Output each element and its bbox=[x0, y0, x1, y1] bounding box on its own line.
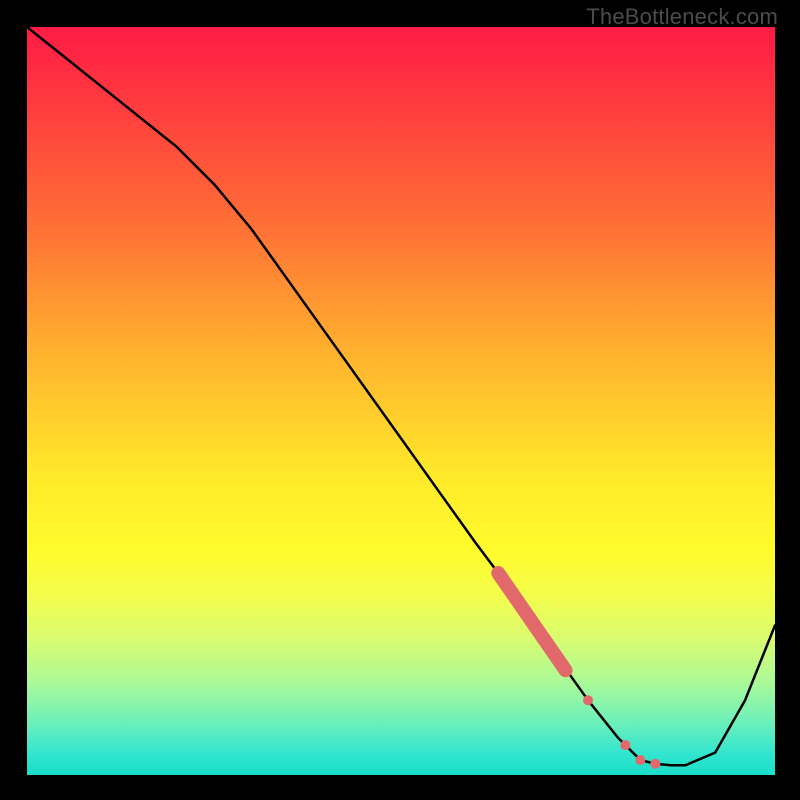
dot-3 bbox=[635, 755, 645, 765]
marker-dots bbox=[583, 695, 660, 769]
bottleneck-curve-line bbox=[27, 27, 775, 765]
highlight-band bbox=[498, 573, 565, 670]
watermark-text: TheBottleneck.com bbox=[586, 4, 778, 30]
dot-2 bbox=[620, 740, 630, 750]
dot-1 bbox=[583, 695, 593, 705]
chart-container: TheBottleneck.com bbox=[0, 0, 800, 800]
dot-4 bbox=[650, 759, 660, 769]
chart-overlay bbox=[27, 27, 775, 775]
